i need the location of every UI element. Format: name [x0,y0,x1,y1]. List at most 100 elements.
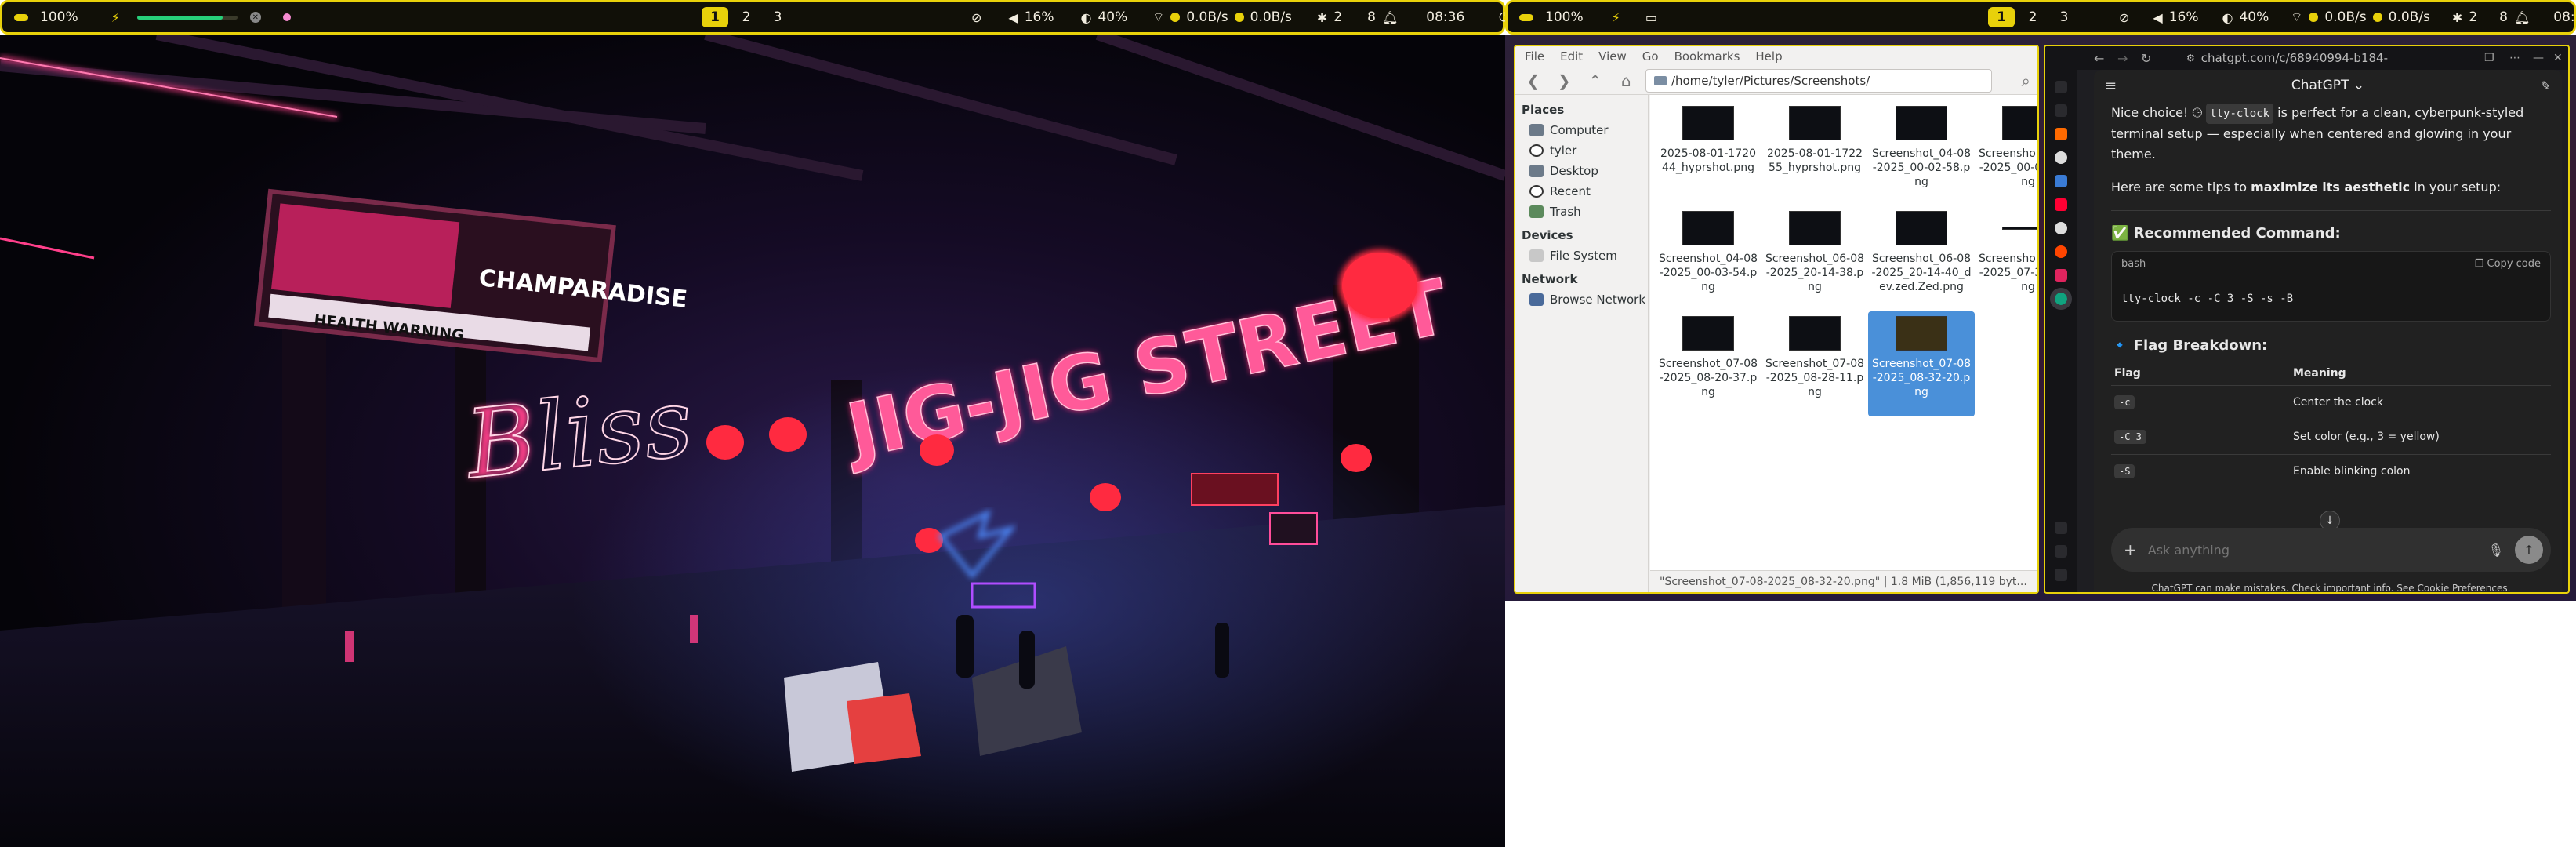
search-icon[interactable]: ⌕ [2014,70,2037,92]
plus-icon[interactable]: + [2124,540,2137,559]
bluetooth-icon[interactable]: ✱ [1317,10,1327,25]
file-item[interactable]: Screenshot_07-08-2025_08-32-20.png [1868,311,1975,416]
trash-icon [1529,205,1544,218]
level-bar[interactable] [136,15,238,20]
file-item[interactable]: Screenshot_04-08-2025_00-03-51.png [1975,101,2037,206]
forward-icon[interactable]: → [2117,51,2128,66]
menu-file[interactable]: File [1525,49,1544,64]
sidebar-toggle-icon[interactable]: ≡ [2105,78,2117,94]
brightness-icon[interactable]: ◐ [1081,10,1092,25]
volume-percent: 16% [2168,9,2199,25]
plus-icon[interactable] [2055,104,2067,117]
brightness-icon[interactable]: ◐ [2222,10,2233,25]
menu-edit[interactable]: Edit [1560,49,1583,64]
file-item[interactable]: Screenshot_04-08-2025_00-03-54.png [1655,206,1761,311]
back-arrow-icon[interactable]: ❮ [1522,70,1544,92]
home-icon[interactable]: ⌂ [1614,70,1637,92]
location-bar[interactable]: /home/tyler/Pictures/Screenshots/ [1645,68,1993,93]
close-icon[interactable]: ✕ [249,12,261,23]
places-sidebar: Places Computer tyler Desktop Recent Tra… [1515,95,1649,592]
sidebar-item-file-system[interactable]: File System [1515,245,1648,266]
bell-icon[interactable]: 🔔︎ [1382,10,1398,25]
intro-text-a: Nice choice! [2111,105,2193,120]
file-item[interactable]: Screenshot_06-08-2025_20-14-40_dev.zed.Z… [1868,206,1975,311]
model-selector[interactable]: ChatGPT ⌄ [2291,78,2364,93]
bookmark-icon[interactable] [2055,128,2067,140]
menu-icon[interactable] [2055,81,2067,93]
clock-emoji-icon: 🕒︎ [2192,105,2207,120]
workspace-1[interactable]: 1 [1988,7,2015,27]
heart-icon[interactable] [2055,269,2067,282]
github-icon-2[interactable] [2055,222,2067,234]
microphone-icon[interactable]: 🎙︎ [2488,543,2504,558]
sidebar-item-browse-network[interactable]: Browse Network [1515,289,1648,310]
forward-arrow-icon[interactable]: ❯ [1552,70,1575,92]
minimize-icon[interactable]: — [2533,52,2544,64]
youtube-icon[interactable] [2055,198,2067,211]
file-item[interactable]: 2025-08-01-172255_hyprshot.png [1761,101,1868,206]
file-item[interactable]: Screenshot_07-08-2025_08-20-37.png [1655,311,1761,416]
workspace-2[interactable]: 2 [733,7,760,27]
image-thumbnail [1789,316,1841,351]
bell-icon[interactable]: 🔔︎ [2514,10,2530,25]
sidebar-item-label: Browse Network [1550,293,1646,307]
net-down-dot-icon [1170,13,1181,22]
back-icon[interactable]: ← [2094,51,2104,66]
reload-icon[interactable]: ↻ [2141,51,2151,66]
reddit-icon[interactable] [2055,245,2067,258]
image-thumbnail [2002,106,2037,140]
wifi-icon[interactable]: ⌔ [2291,9,2302,25]
url-bar[interactable]: ⚙ chatgpt.com/c/68940994-b184- [2186,51,2453,65]
file-item[interactable]: Screenshot_07-08-2025_08-28-11.png [1761,311,1868,416]
bar-left-indicators: ⊘ ◀ 16% ◐ 40% ⌔ 0.0B/s 0.0B/s ✱ 2 8 🔔︎ 0… [971,2,1509,32]
menu-view[interactable]: View [1598,49,1627,64]
sidebar-item-recent[interactable]: Recent [1515,181,1648,202]
workspace-1[interactable]: 1 [702,7,728,27]
more-icon[interactable]: ⋯ [2509,52,2520,64]
desktop-icon [1529,165,1544,177]
download-icon[interactable] [2055,522,2067,534]
table-cell-meaning: Set color (e.g., 3 = yellow) [2290,420,2551,455]
pin-icon[interactable]: ▭ [1645,10,1657,25]
tabs-icon[interactable]: ❐ [2484,52,2494,64]
file-item[interactable]: Screenshot_06-08-2025_20-14-38.png [1761,206,1868,311]
eye-off-icon[interactable]: ⊘ [971,10,981,25]
chatgpt-icon[interactable] [2050,288,2072,310]
volume-icon[interactable]: ◀ [2153,10,2162,25]
site-icon[interactable] [2055,175,2067,187]
menu-help[interactable]: Help [1755,49,1782,64]
bluetooth-icon[interactable]: ✱ [2452,10,2462,25]
eye-off-icon[interactable]: ⊘ [2119,10,2129,25]
browser-toolbar: ← → ↻ ⚙ chatgpt.com/c/68940994-b184- ❐ ⋯… [2045,46,2568,70]
volume-percent: 16% [1024,9,1054,25]
github-icon[interactable] [2055,151,2067,164]
file-item[interactable]: 2025-08-01-172044_hyprshot.png [1655,101,1761,206]
up-arrow-icon[interactable]: ⌃ [1584,70,1606,92]
site-info-icon[interactable]: ⚙ [2186,53,2195,64]
cookie-preferences-link[interactable]: Cookie Preferences [2417,583,2507,592]
wifi-icon[interactable]: ⌔ [1152,9,1164,25]
file-item[interactable]: Screenshot_07-08-2025_07-33-17.png [1975,206,2037,311]
workspace-3[interactable]: 3 [2051,7,2077,27]
menu-go[interactable]: Go [1642,49,1659,64]
sidebar-item-trash[interactable]: Trash [1515,202,1648,222]
sidebar-item-label: Desktop [1550,164,1598,178]
sidebar-item-tyler[interactable]: tyler [1515,140,1648,161]
send-button[interactable]: ↑ [2515,536,2543,564]
sidebar-item-desktop[interactable]: Desktop [1515,161,1648,181]
close-icon[interactable]: ✕ [2553,52,2563,64]
new-chat-icon[interactable]: ✎ [2541,78,2551,93]
workspace-3[interactable]: 3 [764,7,791,27]
chatgpt-page: ≡ ChatGPT ⌄ ✎ Nice choice! 🕒︎ tty-clock … [2094,70,2562,592]
volume-icon[interactable]: ◀ [1008,10,1018,25]
clock: 08:36 [1426,9,1465,25]
menu-bookmarks[interactable]: Bookmarks [1674,49,1740,64]
file-item[interactable]: Screenshot_04-08-2025_00-02-58.png [1868,101,1975,206]
sidebar-item-label: Recent [1550,184,1591,198]
sidebar-item-computer[interactable]: Computer [1515,120,1648,140]
settings-icon[interactable] [2055,569,2067,581]
copy-code-button[interactable]: ❐ Copy code [2475,258,2541,270]
history-icon[interactable] [2055,545,2067,558]
ask-input[interactable] [2147,542,2488,558]
workspace-2[interactable]: 2 [2019,7,2046,27]
